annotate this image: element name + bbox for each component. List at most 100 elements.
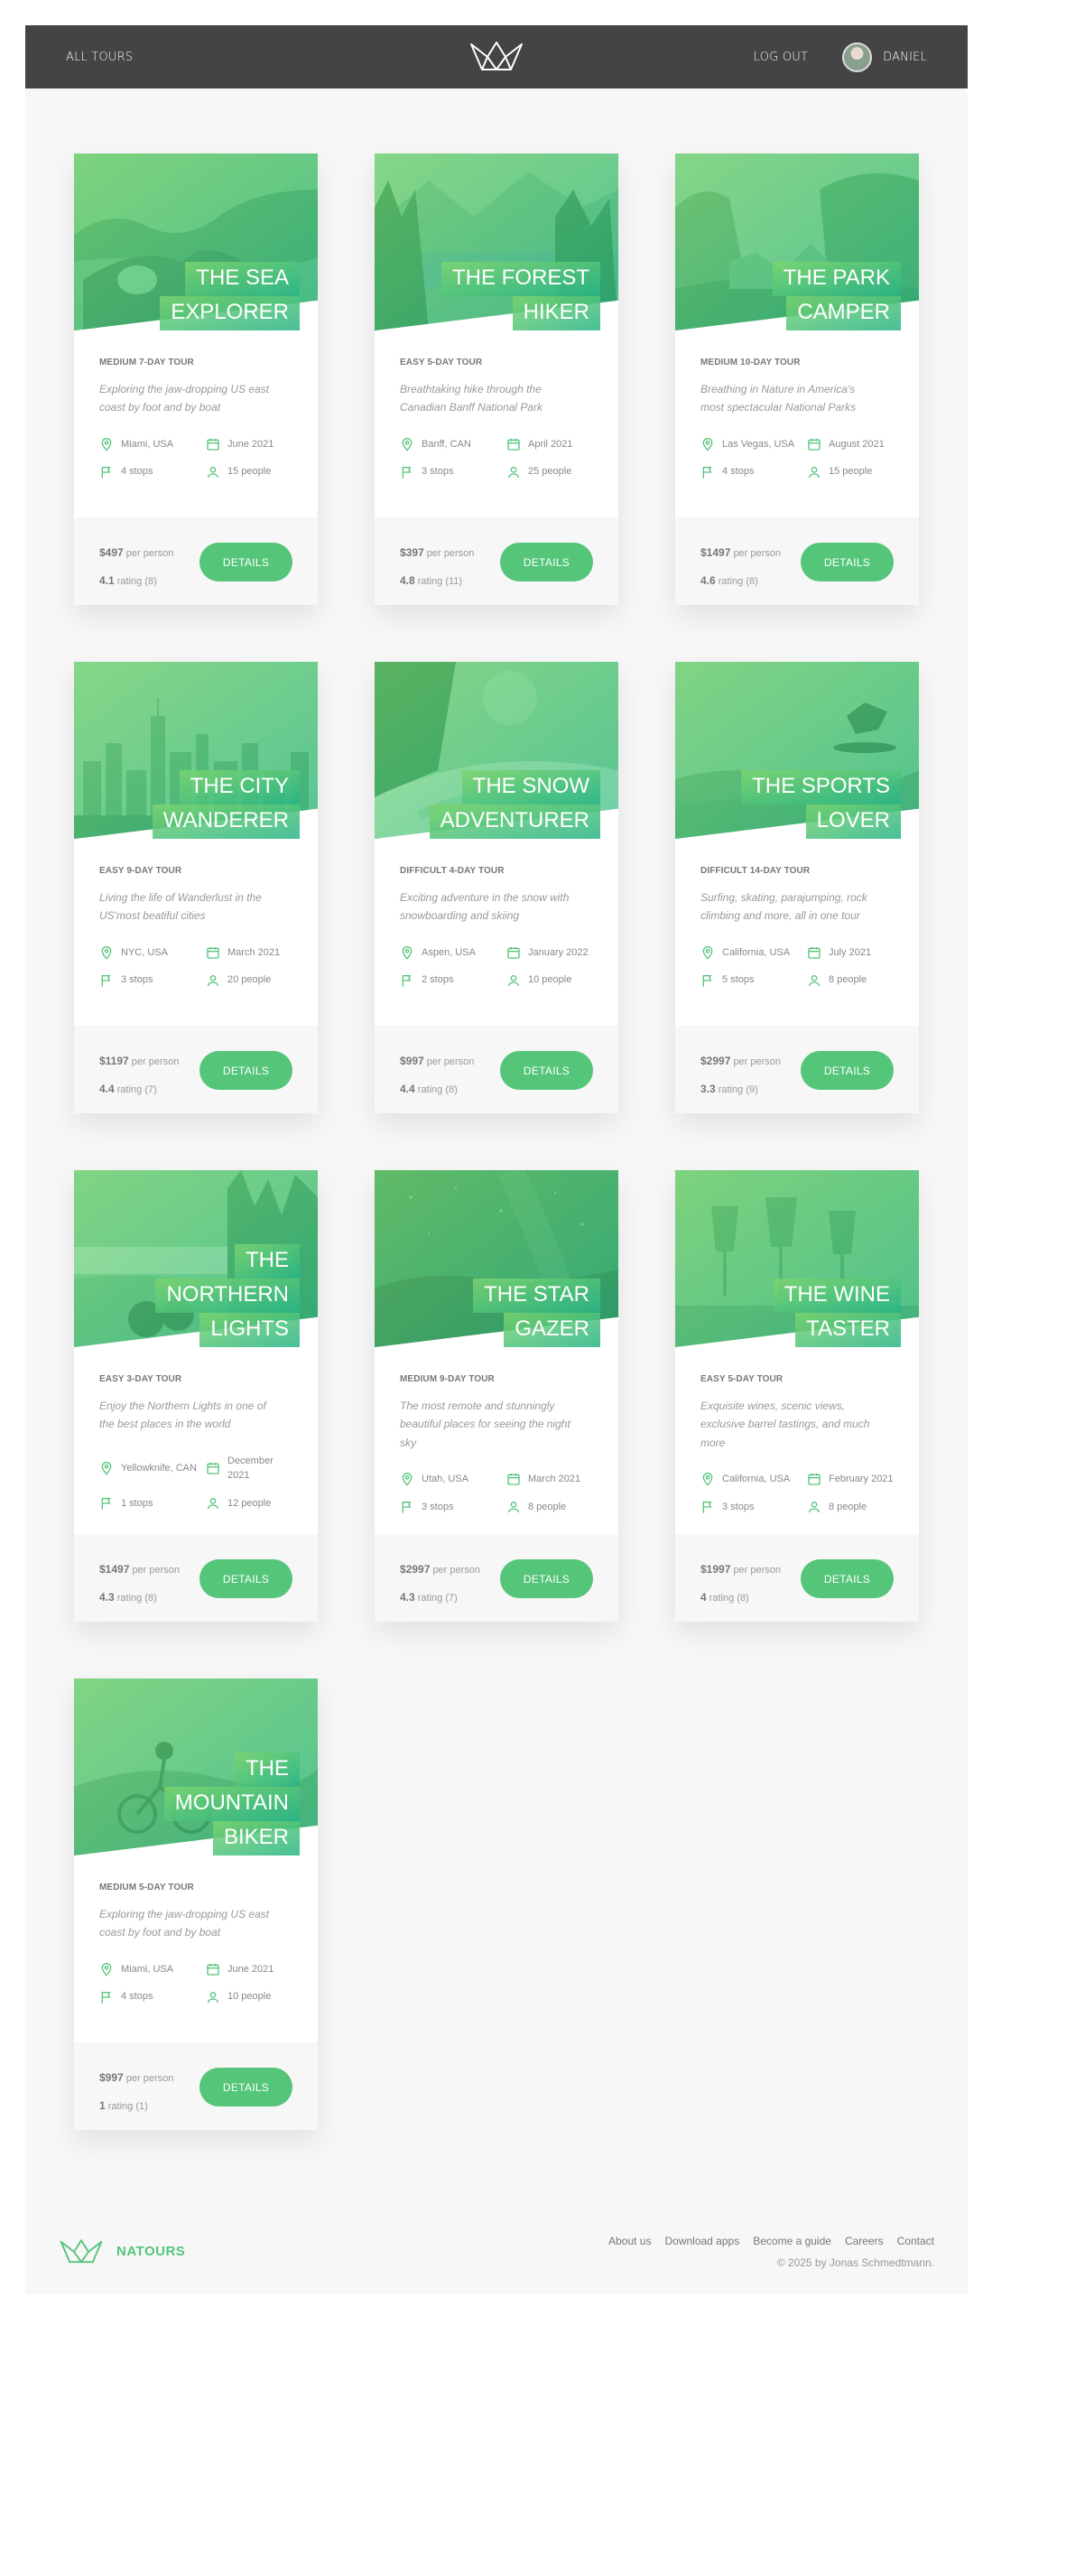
card-location: Banff, CAN	[422, 438, 471, 450]
calendar-icon	[808, 1474, 821, 1486]
user-icon	[809, 466, 820, 478]
card-summary: Breathtaking hike through the Canadian B…	[400, 383, 543, 414]
footer-links: About us Download apps Become a guide Ca…	[608, 2235, 934, 2247]
card-rating: 4.8	[400, 573, 415, 587]
card-details: Medium 10-day tour Breathing in Nature i…	[675, 330, 919, 479]
details-button[interactable]: Details	[801, 543, 894, 581]
card-header: The City Wanderer	[74, 662, 318, 839]
tour-card: The Park Camper Medium 10-day tour Breath…	[675, 153, 919, 605]
date-item: April 2021	[506, 437, 597, 452]
card-date: June 2021	[227, 438, 274, 450]
card-title-line: The Star	[473, 1279, 600, 1313]
card-title: The Snow Adventurer	[429, 770, 600, 839]
logout-link[interactable]: Log out	[754, 51, 808, 64]
card-title-line: Taster	[795, 1313, 901, 1347]
people-item: 8 people	[807, 1500, 897, 1515]
card-price-line: $1197 per person	[99, 1047, 179, 1075]
card-data: Las Vegas, USA August 2021 4 stops 15 pe…	[700, 437, 894, 479]
details-button[interactable]: Details	[500, 1559, 593, 1598]
card-subtitle: Difficult 4-day tour	[400, 866, 505, 876]
footer-link-download[interactable]: Download apps	[664, 2235, 739, 2247]
card-price-unit: per person	[132, 1565, 181, 1576]
card-rating-line: 4.3 rating (7)	[400, 1584, 480, 1612]
card-date: April 2021	[528, 438, 573, 450]
card-details: Easy 9-day tour Living the life of Wande…	[74, 839, 318, 988]
card-title: The Northern Lights	[155, 1244, 300, 1347]
card-title-line: Hiker	[512, 296, 600, 330]
card-location: California, USA	[722, 1474, 791, 1485]
card-rating: 4.3	[400, 1590, 415, 1604]
copyright: © 2025 by Jonas Schmedtmann.	[776, 2255, 934, 2269]
details-button[interactable]: Details	[199, 1051, 292, 1090]
card-location: Miami, USA	[121, 438, 174, 450]
card-title-line: Wanderer	[152, 804, 300, 839]
location-item: Miami, USA	[99, 437, 206, 452]
all-tours-link[interactable]: All tours	[66, 51, 133, 64]
card-title: The Park Camper	[772, 262, 901, 330]
card-details: Easy 5-day tour Exquisite wines, scenic …	[675, 1347, 919, 1514]
people-item: 8 people	[807, 972, 897, 988]
map-pin-icon	[402, 946, 413, 960]
card-summary: Exploring the jaw-dropping US east coast…	[99, 383, 270, 414]
card-people: 25 people	[528, 466, 572, 478]
card-price: $1497	[700, 546, 731, 559]
card-rating-line: 4.4 rating (7)	[99, 1075, 179, 1103]
avatar[interactable]	[842, 42, 873, 72]
tour-card: The Snow Adventurer Difficult 4-day tour …	[375, 662, 618, 1113]
card-rating: 3.3	[700, 1082, 716, 1095]
card-rating: 4	[700, 1590, 707, 1604]
footer-link-careers[interactable]: Careers	[845, 2235, 884, 2247]
card-people: 10 people	[528, 974, 572, 986]
card-footer: $2997 per person 4.3 rating (7) Details	[375, 1534, 618, 1622]
location-item: Las Vegas, USA	[700, 437, 807, 452]
details-button[interactable]: Details	[801, 1559, 894, 1598]
calendar-icon	[207, 439, 219, 451]
card-price-line: $397 per person	[400, 539, 474, 567]
card-people: 12 people	[227, 1497, 272, 1509]
details-button[interactable]: Details	[801, 1051, 894, 1090]
location-item: Aspen, USA	[400, 945, 506, 961]
card-title-line: Northern	[155, 1279, 300, 1313]
card-details: Easy 3-day tour Enjoy the Northern Light…	[74, 1347, 318, 1511]
card-title-line: Explorer	[160, 296, 300, 330]
people-item: 25 people	[506, 464, 597, 479]
card-price-unit: per person	[733, 548, 782, 559]
card-rating: 4.1	[99, 573, 115, 587]
footer-link-contact[interactable]: Contact	[897, 2235, 934, 2247]
stops-item: 4 stops	[99, 464, 206, 479]
flag-icon	[402, 974, 412, 987]
details-button[interactable]: Details	[199, 1559, 292, 1598]
location-item: NYC, USA	[99, 945, 206, 961]
details-button[interactable]: Details	[199, 543, 292, 581]
footer-link-guide[interactable]: Become a guide	[753, 2235, 831, 2247]
footer-brand[interactable]: NATOURS	[59, 2237, 185, 2266]
card-rating-line: 4.3 rating (8)	[99, 1584, 180, 1612]
details-button[interactable]: Details	[500, 543, 593, 581]
stops-item: 1 stops	[99, 1496, 206, 1511]
card-header: The Mountain Biker	[74, 1679, 318, 1855]
date-item: March 2021	[506, 1472, 597, 1487]
flag-icon	[402, 1501, 412, 1513]
logo-icon[interactable]	[468, 39, 524, 75]
footer-link-about[interactable]: About us	[608, 2235, 651, 2247]
card-title: The Sports Lover	[741, 770, 901, 839]
card-price-unit: per person	[733, 1565, 782, 1576]
user-name[interactable]: Daniel	[883, 51, 927, 64]
card-price-line: $1497 per person	[99, 1556, 180, 1584]
card-title-line: Camper	[786, 296, 901, 330]
card-rating: 4.6	[700, 573, 716, 587]
details-button[interactable]: Details	[199, 2068, 292, 2106]
card-title-line: The Forest	[440, 262, 600, 296]
stops-item: 4 stops	[700, 464, 807, 479]
user-menu[interactable]: Daniel	[842, 42, 927, 72]
people-item: 10 people	[506, 972, 597, 988]
date-item: February 2021	[807, 1472, 897, 1487]
card-date: June 2021	[227, 1963, 274, 1975]
card-price: $2997	[400, 1563, 431, 1576]
card-location: California, USA	[722, 946, 791, 958]
site-header: All tours Log out Daniel	[25, 25, 968, 88]
card-rating-line: 4.4 rating (8)	[400, 1075, 474, 1103]
card-stops: 2 stops	[422, 974, 454, 986]
details-button[interactable]: Details	[500, 1051, 593, 1090]
card-footer: $397 per person 4.8 rating (11) Details	[375, 517, 618, 605]
